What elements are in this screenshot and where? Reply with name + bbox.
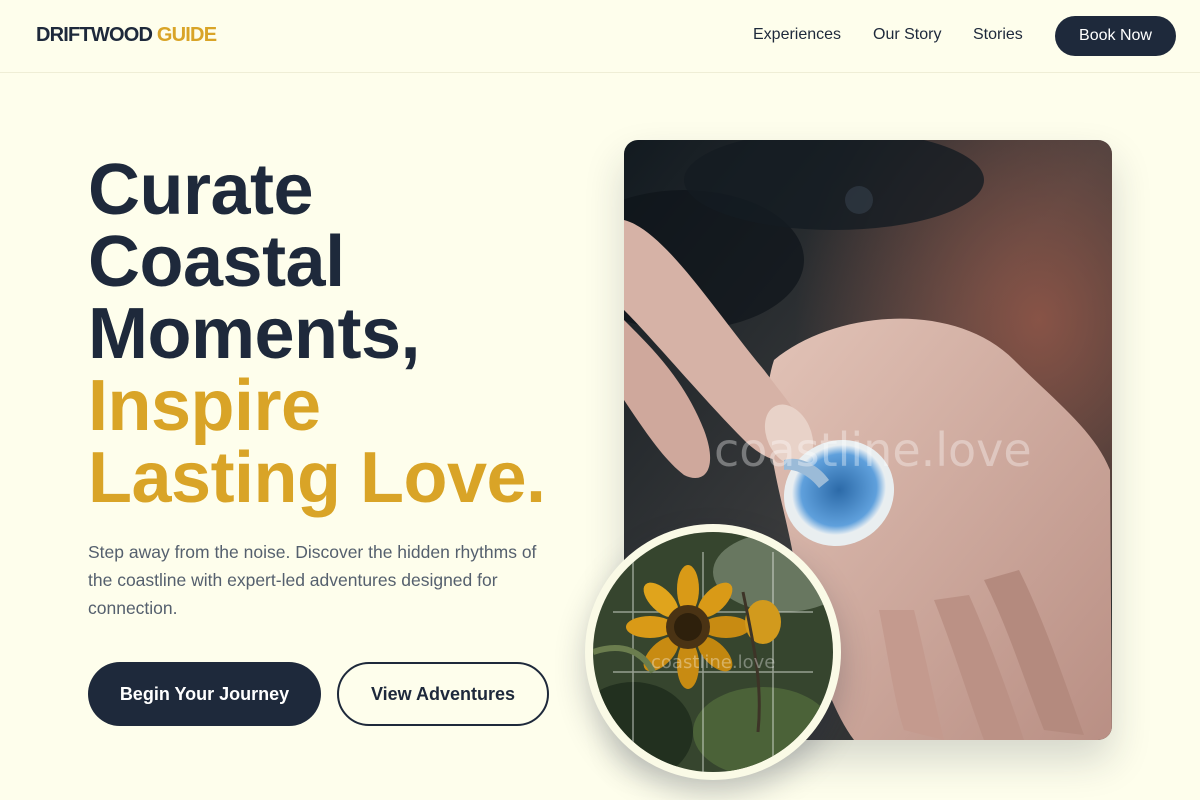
brand-accent: GUIDE	[156, 24, 217, 46]
main-photo-watermark: coastline.love	[714, 423, 1032, 477]
hero-title-line-2: Coastal	[88, 222, 345, 302]
book-now-button[interactable]: Book Now	[1055, 16, 1176, 56]
hero-title-line-1: Curate	[88, 150, 314, 230]
hero-title-accent-line-1: Inspire	[88, 366, 321, 446]
sunflower-photo: coastline.love	[593, 532, 833, 772]
hero-title-accent-line-2: Lasting Love.	[88, 438, 546, 518]
site-header: DRIFTWOOD GUIDE Experiences Our Story St…	[0, 0, 1200, 73]
nav-link-stories[interactable]: Stories	[973, 26, 1023, 44]
brand-primary: DRIFTWOOD	[36, 24, 153, 46]
view-adventures-button[interactable]: View Adventures	[337, 662, 549, 726]
hero-subtitle: Step away from the noise. Discover the h…	[88, 542, 537, 618]
circle-photo-watermark: coastline.love	[651, 652, 776, 673]
hero-title-line-3: Moments,	[88, 294, 421, 374]
nav-link-our-story[interactable]: Our Story	[873, 26, 941, 44]
begin-journey-button[interactable]: Begin Your Journey	[88, 662, 321, 726]
sunflower-photo-frame: coastline.love	[585, 524, 841, 780]
nav-link-experiences[interactable]: Experiences	[753, 26, 841, 44]
brand-logo[interactable]: DRIFTWOOD GUIDE	[36, 24, 217, 47]
hero-title: Curate Coastal Moments, Inspire Lasting …	[88, 154, 546, 514]
